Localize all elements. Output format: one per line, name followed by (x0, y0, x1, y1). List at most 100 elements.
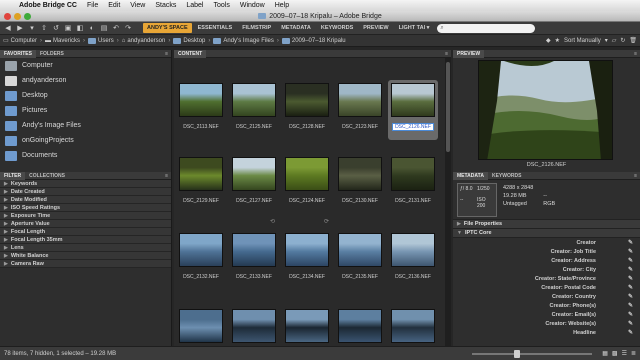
rating-filter-icon[interactable]: ★ (555, 37, 560, 44)
filter-category[interactable]: ▶ Focal Length 35mm (0, 236, 171, 244)
pencil-icon[interactable]: ✎ (628, 284, 633, 291)
menu-label[interactable]: Label (181, 2, 208, 9)
back-icon[interactable]: ◀ (3, 23, 13, 33)
quality-icon[interactable]: ◆ (546, 37, 551, 44)
boomerang-icon[interactable]: ↺ (51, 23, 61, 33)
pencil-icon[interactable]: ✎ (628, 266, 633, 273)
metadata-field[interactable]: Creator: Job Title ✎ (453, 247, 640, 256)
rotate-left-icon[interactable]: ↶ (111, 23, 121, 33)
section-iptc-core[interactable]: ▼ IPTC Core (453, 229, 640, 238)
workspace-essentials[interactable]: ESSENTIALS (194, 23, 237, 33)
pencil-icon[interactable]: ✎ (628, 311, 633, 318)
menu-help[interactable]: Help (270, 2, 294, 9)
favorite-item[interactable]: andyanderson (0, 73, 171, 88)
metadata-field[interactable]: Creator: Postal Code ✎ (453, 283, 640, 292)
thumbnail[interactable]: DSC_2135.NEF (335, 230, 385, 290)
pencil-icon[interactable]: ✎ (628, 302, 633, 309)
thumbnail[interactable]: DSC_2128.NEF (282, 80, 332, 140)
filter-category[interactable]: ▶ Focal Length (0, 228, 171, 236)
metadata-field[interactable]: Creator: Website(s) ✎ (453, 319, 640, 328)
metadata-field[interactable]: Creator: City ✎ (453, 265, 640, 274)
thumbnail[interactable] (388, 306, 438, 346)
thumbnail-filename[interactable]: DSC_2126.NEF (392, 123, 434, 131)
filter-category[interactable]: ▶ Keywords (0, 180, 171, 188)
breadcrumb-kripalu[interactable]: 2009–07–18 Kripalu (281, 37, 346, 44)
thumbnail[interactable]: DSC_2132.NEF (176, 230, 226, 290)
breadcrumb-users[interactable]: Users (88, 37, 114, 44)
tab-preview[interactable]: PREVIEW (453, 49, 485, 58)
menu-file[interactable]: File (82, 2, 103, 9)
pencil-icon[interactable]: ✎ (628, 257, 633, 264)
thumbnail[interactable]: DSC_2124.NEF (282, 154, 332, 214)
refine-icon[interactable]: ◧ (75, 23, 85, 33)
open-in-raw-icon[interactable]: ◐ (87, 23, 97, 33)
thumbnail[interactable]: DSC_2134.NEF (282, 230, 332, 290)
panel-menu-icon[interactable]: ≡ (165, 51, 171, 57)
search-input[interactable]: ⌕ (437, 23, 536, 33)
thumbnail[interactable]: DSC_2125.NEF (229, 80, 279, 140)
thumbnail[interactable] (176, 306, 226, 346)
workspace-metadata[interactable]: METADATA (277, 23, 315, 33)
filter-category[interactable]: ▶ Date Created (0, 188, 171, 196)
favorite-item[interactable]: onGoingProjects (0, 133, 171, 148)
favorite-item[interactable]: Documents (0, 148, 171, 163)
favorite-item[interactable]: Pictures (0, 103, 171, 118)
thumbnail[interactable]: DSC_2131.NEF (388, 154, 438, 214)
metadata-field[interactable]: Creator: State/Province ✎ (453, 274, 640, 283)
filter-category[interactable]: ▶ Exposure Time (0, 212, 171, 220)
filter-category[interactable]: ▶ Aperture Value (0, 220, 171, 228)
tab-keywords[interactable]: KEYWORDS (488, 172, 525, 180)
minimize-window-button[interactable] (14, 13, 21, 20)
thumbnail[interactable]: DSC_2126.NEF (388, 80, 438, 140)
content-scrollbar[interactable] (445, 58, 451, 346)
menu-stacks[interactable]: Stacks (150, 2, 181, 9)
pencil-icon[interactable]: ✎ (628, 329, 633, 336)
output-icon[interactable]: ▤ (99, 23, 109, 33)
section-file-properties[interactable]: ▶ File Properties (453, 220, 640, 229)
breadcrumb-andyanderson[interactable]: ⌂ andyanderson (122, 38, 166, 44)
filter-category[interactable]: ▶ Date Modified (0, 196, 171, 204)
thumbnail[interactable] (282, 306, 332, 346)
workspace-filmstrip[interactable]: FILMSTRIP (238, 23, 275, 33)
rotate-right-icon[interactable]: ↷ (123, 23, 133, 33)
trash-icon[interactable]: 🗑 (629, 37, 637, 44)
view-thumbnails-icon[interactable]: ▩ (612, 350, 618, 357)
filter-category[interactable]: ▶ ISO Speed Ratings (0, 204, 171, 212)
preview-image[interactable] (478, 60, 613, 160)
tab-collections[interactable]: COLLECTIONS (25, 172, 69, 180)
workspace-light-table[interactable]: LIGHT TAI ▾ (395, 23, 434, 33)
tab-metadata[interactable]: METADATA (453, 171, 488, 180)
filter-category[interactable]: ▶ White Balance (0, 252, 171, 260)
favorite-item[interactable]: Desktop (0, 88, 171, 103)
tab-folders[interactable]: FOLDERS (36, 50, 68, 58)
pencil-icon[interactable]: ✎ (628, 293, 633, 300)
filter-category[interactable]: ▶ Lens (0, 244, 171, 252)
sort-dropdown[interactable]: Sort Manually (564, 38, 601, 44)
workspace-keywords[interactable]: KEYWORDS (317, 23, 357, 33)
tab-filter[interactable]: FILTER (0, 171, 26, 180)
menu-tools[interactable]: Tools (209, 2, 235, 9)
breadcrumb-mavericks[interactable]: ▬ Mavericks (45, 38, 80, 44)
menu-window[interactable]: Window (235, 2, 270, 9)
tab-favorites[interactable]: FAVORITES (0, 49, 36, 58)
thumbnail[interactable]: DSC_2133.NEF (229, 230, 279, 290)
pencil-icon[interactable]: ✎ (628, 248, 633, 255)
breadcrumb-computer[interactable]: ▭ Computer (3, 37, 37, 45)
reveal-icon[interactable]: ⇧ (39, 23, 49, 33)
thumbnail[interactable]: DSC_2113.NEF (176, 80, 226, 140)
panel-menu-icon[interactable]: ≡ (634, 51, 640, 57)
breadcrumb-desktop[interactable]: Desktop (173, 37, 205, 44)
thumbnail[interactable] (229, 306, 279, 346)
zoom-window-button[interactable] (24, 13, 31, 20)
menu-app[interactable]: Adobe Bridge CC (14, 2, 82, 9)
workspace-preview[interactable]: PREVIEW (359, 23, 392, 33)
metadata-field[interactable]: Headline ✎ (453, 328, 640, 337)
new-folder-icon[interactable]: ▱ (612, 37, 617, 44)
panel-menu-icon[interactable]: ≡ (165, 173, 171, 179)
breadcrumb-andys-image-files[interactable]: Andy's Image Files (213, 37, 274, 44)
metadata-field[interactable]: Creator ✎ (453, 238, 640, 247)
view-list-icon[interactable]: ≣ (631, 350, 636, 357)
favorite-item[interactable]: Andy's Image Files (0, 118, 171, 133)
rotate-right-icon[interactable]: ⟳ (324, 218, 329, 225)
metadata-field[interactable]: Creator: Country ✎ (453, 292, 640, 301)
